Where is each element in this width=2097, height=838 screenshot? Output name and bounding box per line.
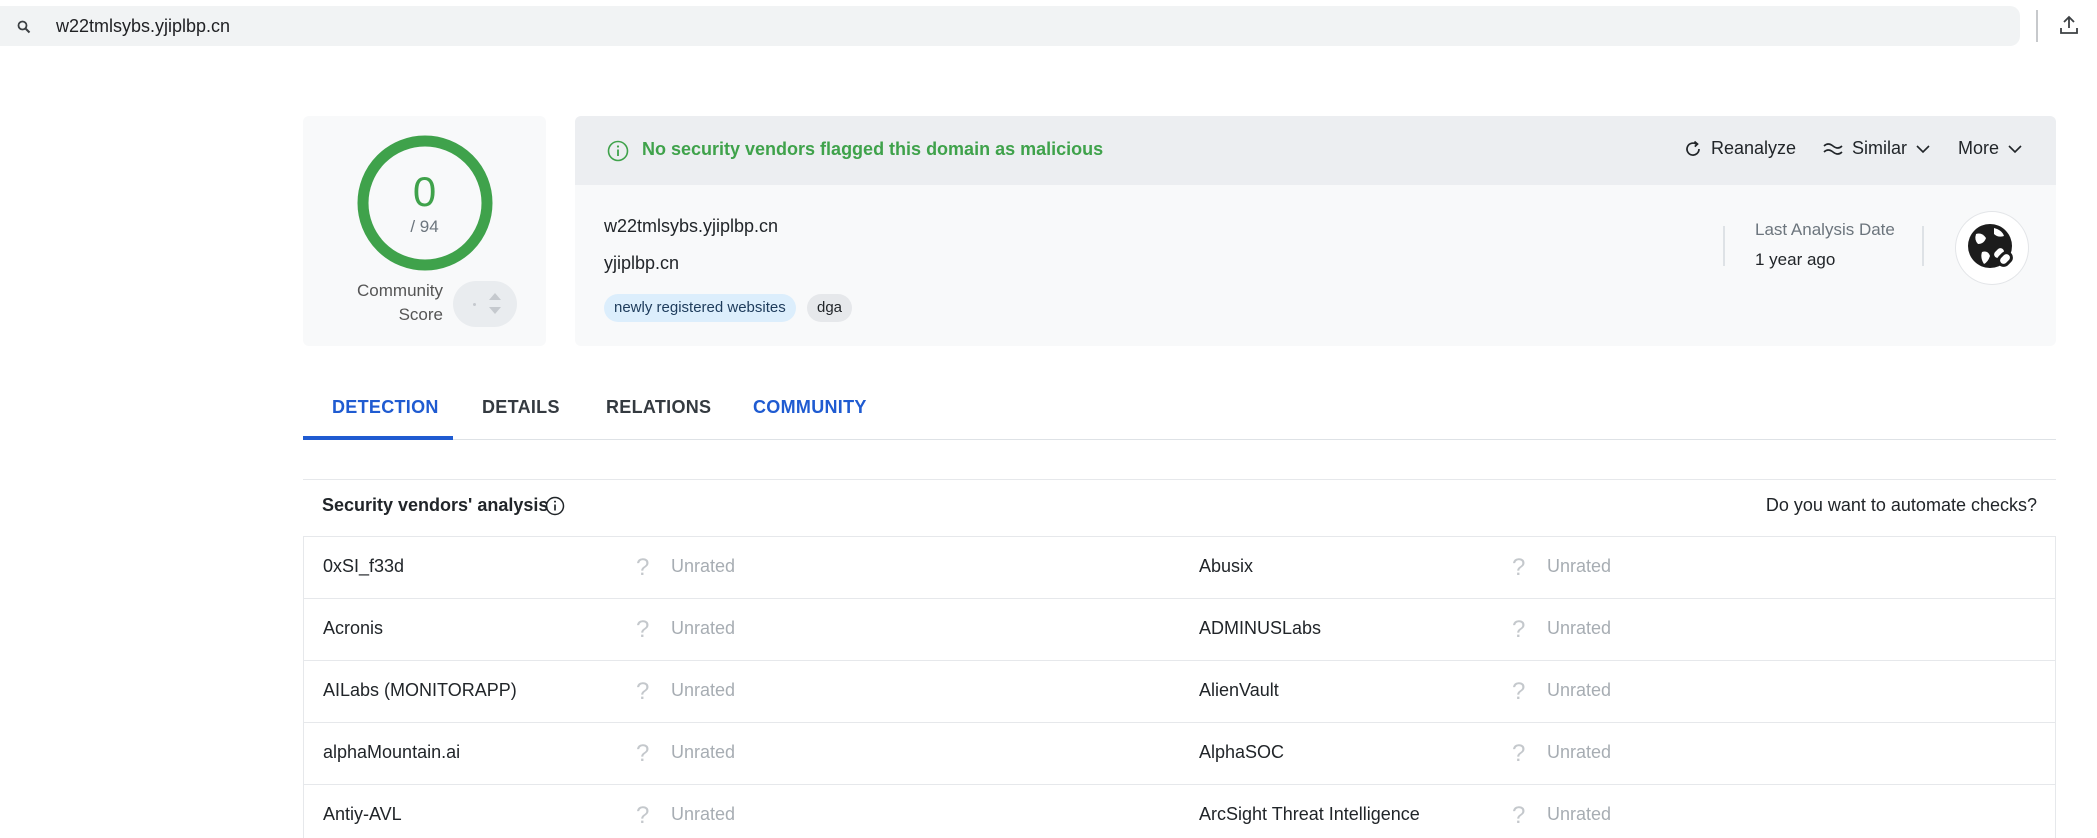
- active-tab-indicator: [303, 436, 453, 440]
- similar-dropdown[interactable]: Similar: [1822, 138, 1931, 159]
- last-analysis-label: Last Analysis Date: [1755, 220, 1895, 239]
- vendors-header: Security vendors' analysis Do you want t…: [303, 479, 2056, 536]
- community-score-label: Community Score: [357, 281, 443, 324]
- community-vote-control[interactable]: [453, 281, 517, 327]
- vendor-status: Unrated: [671, 556, 736, 576]
- divider: [1723, 226, 1725, 266]
- tab-community[interactable]: COMMUNITY: [753, 397, 867, 418]
- vendor-name: ArcSight Threat Intelligence: [1199, 804, 1420, 824]
- question-mark-icon: ?: [636, 554, 650, 581]
- vendors-title: Security vendors' analysis: [322, 495, 549, 515]
- search-input[interactable]: w22tmlsybs.yjiplbp.cn: [56, 16, 230, 37]
- vendors-table: 0xSI_f33d ? Unrated Abusix ? Unrated Acr…: [303, 536, 2056, 838]
- vendor-name: Antiy-AVL: [323, 804, 402, 824]
- vendor-status: Unrated: [671, 618, 736, 638]
- address-bar: w22tmlsybs.yjiplbp.cn: [0, 0, 2097, 52]
- vendor-status: Unrated: [1547, 804, 1612, 824]
- verdict-text: No security vendors flagged this domain …: [642, 139, 1104, 159]
- domain-globe-icon: [1956, 212, 2028, 284]
- vendor-status: Unrated: [1547, 680, 1612, 700]
- last-analysis-value: 1 year ago: [1755, 250, 1836, 269]
- similar-icon: [1823, 142, 1843, 155]
- vendor-name: AlienVault: [1199, 680, 1279, 700]
- vendor-name: Acronis: [323, 618, 384, 638]
- question-mark-icon: ?: [636, 678, 650, 705]
- vendor-status: Unrated: [671, 680, 736, 700]
- table-row: alphaMountain.ai ? Unrated AlphaSOC ? Un…: [304, 723, 2055, 785]
- tab-bar: DETECTION DETAILS RELATIONS COMMUNITY: [303, 380, 2056, 440]
- parent-domain-link[interactable]: yjiplbp.cn: [604, 253, 679, 274]
- vendor-name: ADMINUSLabs: [1199, 618, 1322, 638]
- info-circle-icon: [607, 140, 629, 162]
- detection-count: 0: [412, 168, 437, 215]
- vendor-name: 0xSI_f33d: [323, 556, 405, 576]
- vendor-name: alphaMountain.ai: [323, 742, 461, 762]
- vendor-status: Unrated: [671, 804, 736, 824]
- vote-up-icon[interactable]: [489, 293, 501, 300]
- table-row: Acronis ? Unrated ADMINUSLabs ? Unrated: [304, 599, 2055, 661]
- vendor-status: Unrated: [1547, 618, 1612, 638]
- vendor-name: AILabs (MONITORAPP): [323, 680, 517, 700]
- tab-details[interactable]: DETAILS: [482, 397, 560, 418]
- search-icon: [17, 20, 31, 34]
- globe-link-icon: [1968, 224, 2013, 268]
- vendor-total: / 94: [410, 217, 439, 236]
- more-dropdown[interactable]: More: [1958, 138, 2023, 159]
- question-mark-icon: ?: [1512, 802, 1526, 829]
- tag-newly-registered[interactable]: newly registered websites: [604, 294, 796, 322]
- question-mark-icon: ?: [636, 616, 650, 643]
- domain-name: w22tmlsybs.yjiplbp.cn: [604, 216, 779, 236]
- tab-detection[interactable]: DETECTION: [332, 397, 439, 418]
- vendor-name: AlphaSOC: [1199, 742, 1285, 762]
- detection-score-card: 0 / 94 Community Score: [303, 116, 546, 346]
- question-mark-icon: ?: [1512, 740, 1526, 767]
- similar-label: Similar: [1852, 138, 1908, 158]
- vote-dot-icon: [473, 303, 476, 306]
- chevron-down-icon: [2008, 144, 2022, 153]
- table-row: 0xSI_f33d ? Unrated Abusix ? Unrated: [304, 537, 2055, 599]
- question-mark-icon: ?: [1512, 678, 1526, 705]
- question-mark-icon: ?: [1512, 554, 1526, 581]
- upload-icon[interactable]: [2057, 13, 2081, 37]
- refresh-icon: [1686, 140, 1700, 156]
- table-row: AILabs (MONITORAPP) ? Unrated AlienVault…: [304, 661, 2055, 723]
- question-mark-icon: ?: [636, 740, 650, 767]
- verdict-banner: No security vendors flagged this domain …: [575, 116, 2056, 185]
- divider: [1922, 226, 1924, 266]
- vendor-status: Unrated: [1547, 556, 1612, 576]
- vendor-status: Unrated: [671, 742, 736, 762]
- table-row: Antiy-AVL ? Unrated ArcSight Threat Inte…: [304, 785, 2055, 838]
- tag-dga[interactable]: dga: [807, 294, 853, 322]
- info-icon[interactable]: [544, 495, 566, 517]
- question-mark-icon: ?: [1512, 616, 1526, 643]
- tab-relations[interactable]: RELATIONS: [606, 397, 711, 418]
- automate-checks-link[interactable]: Do you want to automate checks?: [1766, 495, 2037, 516]
- more-label: More: [1958, 138, 2000, 158]
- reanalyze-label: Reanalyze: [1711, 138, 1797, 158]
- vendor-name: Abusix: [1199, 556, 1254, 576]
- toolbar-divider: [2036, 10, 2038, 42]
- search-box[interactable]: w22tmlsybs.yjiplbp.cn: [0, 6, 2020, 46]
- vendor-status: Unrated: [1547, 742, 1612, 762]
- vote-down-icon[interactable]: [489, 307, 501, 314]
- domain-info-card: No security vendors flagged this domain …: [575, 116, 2056, 346]
- reanalyze-button[interactable]: Reanalyze: [1683, 138, 1796, 159]
- chevron-down-icon: [1916, 144, 1930, 153]
- question-mark-icon: ?: [636, 802, 650, 829]
